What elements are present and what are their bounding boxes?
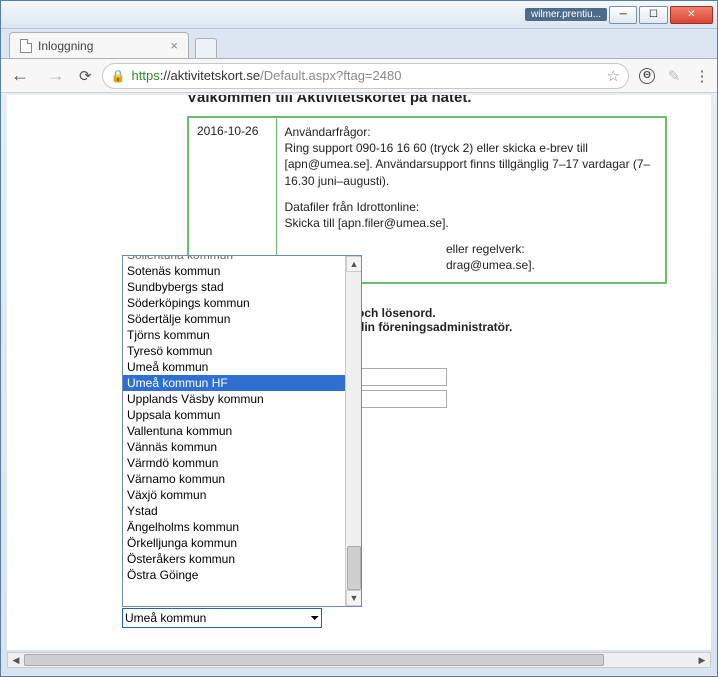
url-domain: ://aktivitetskort.se (160, 68, 260, 83)
dropdown-item[interactable]: Upplands Väsby kommun (123, 391, 345, 407)
tab-title: Inloggning (38, 39, 93, 53)
url-path: /Default.aspx?ftag=2480 (260, 68, 401, 83)
dropdown-item[interactable]: Österåkers kommun (123, 551, 345, 567)
page-title: Välkommen till Aktivitetskortet på nätet… (187, 95, 711, 106)
info-p3a: eller regelverk: (446, 242, 525, 256)
page-icon (20, 39, 32, 53)
dropdown-item[interactable]: Sundbybergs stad (123, 279, 345, 295)
dropdown-item[interactable]: Tyresö kommun (123, 343, 345, 359)
info-p1-title: Användarfrågor: (285, 125, 371, 139)
dropdown-item[interactable]: Sollentuna kommun (123, 256, 345, 263)
dropdown-scrollbar[interactable]: ▲ ▼ (345, 256, 361, 606)
dropdown-item[interactable]: Sotenäs kommun (123, 263, 345, 279)
window-titlebar: wilmer.prentiu... ─ ☐ ✕ (1, 1, 717, 29)
extension-icon[interactable]: Θ (639, 68, 655, 84)
tab-inloggning[interactable]: Inloggning × (9, 32, 189, 58)
maximize-button[interactable]: ☐ (639, 6, 667, 24)
menu-button[interactable]: ⋮ (693, 67, 711, 85)
back-button[interactable]: ← (7, 65, 33, 86)
dropdown-item[interactable]: Växjö kommun (123, 487, 345, 503)
info-p3b: drag@umea.se]. (446, 258, 535, 272)
login-line2: din föreningsadministratör. (357, 320, 512, 334)
scroll-down-icon[interactable]: ▼ (346, 590, 362, 606)
reload-button[interactable]: ⟳ (79, 67, 92, 85)
new-tab-button[interactable] (195, 38, 217, 58)
dropdown-item[interactable]: Värnamo kommun (123, 471, 345, 487)
dropdown-options: Sollentuna kommunSotenäs kommunSundbyber… (123, 256, 345, 606)
close-button[interactable]: ✕ (670, 6, 713, 24)
browser-toolbar: ← → ⟳ 🔒 https://aktivitetskort.se/Defaul… (1, 59, 717, 93)
hscroll-right-icon[interactable]: ▶ (694, 653, 710, 667)
page-viewport: Välkommen till Aktivitetskortet på nätet… (7, 95, 711, 650)
tab-strip: Inloggning × (1, 29, 717, 59)
hscroll-left-icon[interactable]: ◀ (8, 653, 24, 667)
kommun-select[interactable]: Umeå kommun (122, 608, 322, 628)
lock-icon: 🔒 (111, 69, 126, 83)
minimize-button[interactable]: ─ (609, 6, 637, 24)
horizontal-scrollbar[interactable]: ◀ ▶ (7, 652, 711, 668)
address-bar[interactable]: 🔒 https://aktivitetskort.se/Default.aspx… (102, 63, 629, 89)
tab-close-icon[interactable]: × (170, 38, 178, 53)
dropdown-item[interactable]: Vallentuna kommun (123, 423, 345, 439)
extension-icon-2[interactable]: ✎ (665, 67, 683, 85)
dropdown-item[interactable]: Östra Göinge (123, 567, 345, 583)
kommun-dropdown-list[interactable]: Sollentuna kommunSotenäs kommunSundbyber… (122, 255, 362, 607)
dropdown-item[interactable]: Örkelljunga kommun (123, 535, 345, 551)
hscroll-thumb[interactable] (24, 654, 604, 666)
bookmark-star-icon[interactable]: ☆ (607, 67, 620, 85)
dropdown-item[interactable]: Umeå kommun HF (123, 375, 345, 391)
url-scheme: https (132, 68, 160, 83)
user-badge: wilmer.prentiu... (525, 8, 607, 21)
dropdown-item[interactable]: Uppsala kommun (123, 407, 345, 423)
scroll-thumb[interactable] (347, 546, 361, 590)
dropdown-item[interactable]: Umeå kommun (123, 359, 345, 375)
dropdown-item[interactable]: Värmdö kommun (123, 455, 345, 471)
forward-button[interactable]: → (43, 65, 69, 86)
info-p2-body: Skicka till [apn.filer@umea.se]. (285, 216, 449, 230)
login-line1: och lösenord. (357, 306, 436, 320)
dropdown-item[interactable]: Ängelholms kommun (123, 519, 345, 535)
browser-window: wilmer.prentiu... ─ ☐ ✕ Inloggning × ← →… (0, 0, 718, 677)
dropdown-item[interactable]: Söderköpings kommun (123, 295, 345, 311)
dropdown-item[interactable]: Ystad (123, 503, 345, 519)
dropdown-item[interactable]: Tjörns kommun (123, 327, 345, 343)
info-p2-title: Datafiler från Idrottonline: (285, 200, 420, 214)
dropdown-item[interactable]: Södertälje kommun (123, 311, 345, 327)
scroll-up-icon[interactable]: ▲ (346, 256, 362, 272)
info-p1-body: Ring support 090-16 16 60 (tryck 2) elle… (285, 141, 651, 187)
dropdown-item[interactable]: Vännäs kommun (123, 439, 345, 455)
